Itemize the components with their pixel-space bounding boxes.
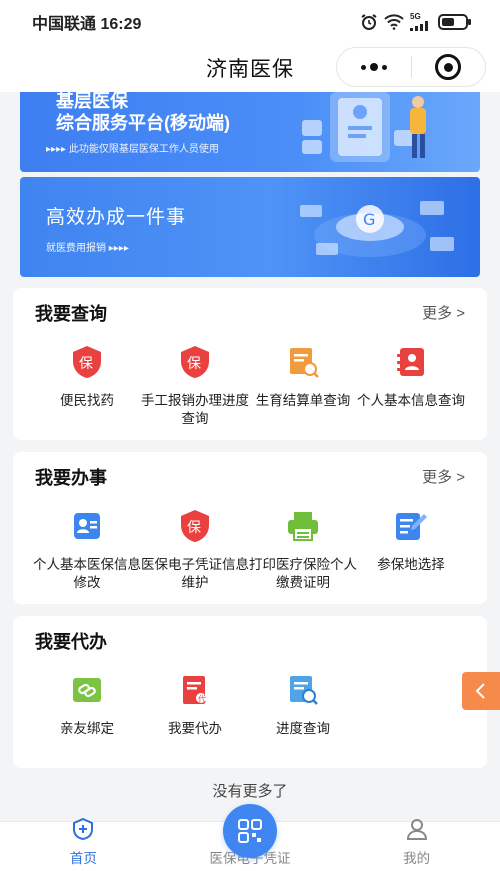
grid-item-progress-query[interactable]: 进度查询 [249,666,357,738]
target-icon [435,54,462,80]
query-grid: 保 便民找药 保 手工报销办理进度查询 生育结算单查询 个人基本信息查询 [13,338,487,428]
close-miniprogram-button[interactable] [412,48,486,86]
miniprogram-capsule [336,47,486,87]
chevron-left-icon [475,683,485,699]
svg-text:保: 保 [187,520,201,536]
page-title: 济南医保 [206,58,294,81]
grid-item-label: 医保电子凭证信息维护 [141,557,249,590]
tab-label: 首页 [69,851,97,866]
banner2-title: 高效办成一件事 [46,207,187,228]
more-dots-icon [360,63,387,71]
signal-icon: 5G [410,13,432,31]
section-query: 我要查询 更多 > 保 便民找药 保 手工报销办理进度查询 生育结算单查询 个人… [13,288,487,440]
svg-text:保: 保 [187,356,201,372]
section-agent: 我要代办 亲友绑定 代 我要代办 进度查询 [13,616,487,768]
banner-grassroots-platform[interactable]: 基层医保 综合服务平台(移动端) ▸▸▸▸ 此功能仅限基层医保工作人员使用 [20,92,480,172]
tab-e-voucher[interactable]: 医保电子凭证 [167,804,334,871]
services-grid: 个人基本医保信息修改 保 医保电子凭证信息维护 打印医疗保险个人缴费证明 参保地… [13,502,487,592]
wifi-icon [384,14,404,30]
carrier-name: 中国联通 [32,16,97,33]
qr-code-icon[interactable] [223,804,277,858]
grid-item-label: 便民找药 [60,393,114,408]
grid-item-reimburse-progress[interactable]: 保 手工报销办理进度查询 [141,338,249,428]
battery-icon [438,14,472,30]
grid-item-label: 手工报销办理进度查询 [141,393,249,426]
more-menu-button[interactable] [337,48,411,86]
bottom-tab-bar: 首页 医保电子凭证 我的 [0,804,500,871]
status-left: 中国联通 16:29 [32,10,141,34]
user-icon [405,817,429,844]
grid-item-label: 参保地选择 [377,557,445,572]
link-icon [69,672,105,708]
grid-item-label: 亲友绑定 [60,721,114,736]
svg-text:保: 保 [79,356,93,372]
status-bar: 中国联通 16:29 5G [0,0,500,44]
status-icons: 5G [360,13,472,31]
no-more-text: 没有更多了 [212,783,288,800]
grid-item-label: 我要代办 [168,721,222,736]
id-card-icon [69,508,105,544]
document-search-icon [285,672,321,708]
more-link[interactable]: 更多 > [422,302,465,323]
grid-item-label: 个人基本医保信息修改 [33,557,141,590]
banner2-subtitle: 就医费用报销 ▸▸▸▸ [46,243,129,254]
banner2-illustration: G [300,201,454,257]
grid-item-label: 生育结算单查询 [255,393,351,408]
grid-item-act-on-behalf[interactable]: 代 我要代办 [141,666,249,738]
clock-time: 16:29 [100,16,142,33]
shield-bao-icon: 保 [177,344,213,380]
section-title: 我要代办 [35,632,107,652]
more-link[interactable]: 更多 > [422,466,465,487]
section-title: 我要查询 [35,304,107,324]
shield-bao-icon: 保 [177,508,213,544]
grid-item-find-medicine[interactable]: 保 便民找药 [33,338,141,428]
contact-book-icon [393,344,429,380]
svg-text:G: G [363,210,375,229]
grid-item-print-payment-proof[interactable]: 打印医疗保险个人缴费证明 [249,502,357,592]
grid-item-modify-insurance-info[interactable]: 个人基本医保信息修改 [33,502,141,592]
section-services: 我要办事 更多 > 个人基本医保信息修改 保 医保电子凭证信息维护 打印医疗保险… [13,452,487,604]
alarm-icon [360,13,378,31]
grid-item-insured-place-select[interactable]: 参保地选择 [357,502,465,592]
grid-item-label: 打印医疗保险个人缴费证明 [249,557,357,590]
banner-efficient-service[interactable]: 高效办成一件事 就医费用报销 ▸▸▸▸ G [20,177,480,277]
grid-item-label: 个人基本信息查询 [357,393,465,408]
document-icon: 代 [177,672,213,708]
tab-mine[interactable]: 我的 [333,819,500,871]
tab-home[interactable]: 首页 [0,817,167,871]
home-shield-icon [71,817,95,844]
grid-item-personal-info-query[interactable]: 个人基本信息查询 [357,338,465,428]
printer-icon [285,508,321,544]
grid-item-e-voucher-maintenance[interactable]: 保 医保电子凭证信息维护 [141,502,249,592]
agent-grid: 亲友绑定 代 我要代办 进度查询 [13,666,487,738]
banner1-subtitle: ▸▸▸▸ 此功能仅限基层医保工作人员使用 [46,144,219,155]
nav-bar: 济南医保 [0,44,500,92]
shield-bao-icon: 保 [69,344,105,380]
grid-item-maternity-settlement[interactable]: 生育结算单查询 [249,338,357,428]
side-collapse-tab[interactable] [462,672,500,710]
network-type: 5G [410,12,421,21]
edit-document-icon [393,508,429,544]
banner1-title-line2: 综合服务平台(移动端) [56,113,230,133]
svg-text:代: 代 [198,694,206,704]
banner1-illustration [302,92,426,162]
tab-label: 我的 [403,851,431,866]
grid-item-label: 进度查询 [276,721,330,736]
section-title: 我要办事 [35,468,107,488]
grid-item-bind-relatives[interactable]: 亲友绑定 [33,666,141,738]
banner1-title-line1: 基层医保 [56,92,128,111]
document-search-icon [285,344,321,380]
